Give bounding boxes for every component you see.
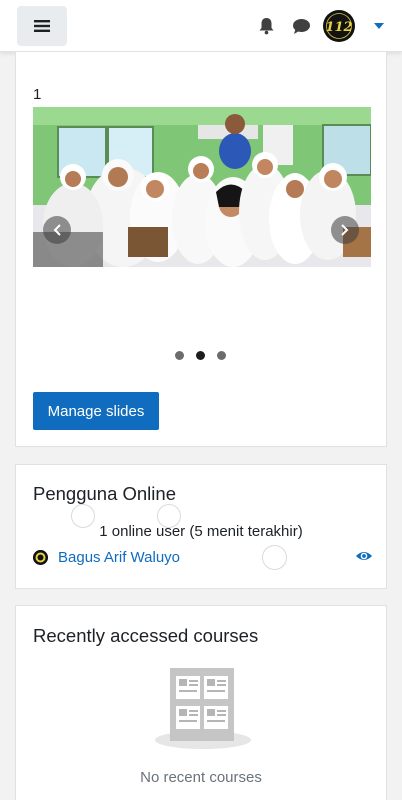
bell-icon [259, 18, 273, 35]
no-courses-message: No recent courses [140, 769, 262, 786]
online-user-row: Bagus Arif Waluyo [33, 547, 373, 567]
slider-indicator-1[interactable] [175, 351, 184, 360]
user-avatar-small [33, 549, 48, 565]
slider-next-button[interactable] [331, 216, 359, 244]
online-users-block: Pengguna Online 1 online user (5 menit t… [15, 464, 387, 589]
user-avatar[interactable]: 112 [323, 10, 355, 42]
menu-toggle-button[interactable] [17, 6, 67, 46]
slider-indicator-3[interactable] [217, 351, 226, 360]
slide-number: 1 [33, 86, 42, 103]
notifications-button[interactable] [254, 14, 278, 38]
online-user-link[interactable]: Bagus Arif Waluyo [58, 549, 180, 566]
manage-slides-button[interactable]: Manage slides [33, 392, 159, 430]
chat-bubble-icon [292, 18, 310, 34]
avatar-logo: 112 [324, 11, 354, 41]
messages-button[interactable] [289, 14, 313, 38]
eye-icon[interactable] [355, 549, 373, 563]
slider-indicators [175, 351, 226, 360]
chevron-left-icon [53, 224, 61, 236]
caret-down-icon [374, 23, 384, 29]
recent-courses-block: Recently accessed courses No recent cour… [15, 605, 387, 800]
slider-indicator-2[interactable] [196, 351, 205, 360]
online-users-title: Pengguna Online [33, 483, 176, 504]
recent-courses-title: Recently accessed courses [33, 625, 259, 646]
empty-courses-illustration [155, 668, 251, 749]
slider-prev-button[interactable] [43, 216, 71, 244]
online-users-summary: 1 online user (5 menit terakhir) [99, 523, 303, 540]
slider-block: 1 Manage slides [15, 52, 387, 447]
user-menu-toggle[interactable] [372, 19, 386, 33]
slide-image [33, 107, 371, 267]
top-navbar: 112 [0, 0, 402, 52]
chevron-right-icon [341, 224, 349, 236]
hamburger-icon [34, 20, 50, 32]
svg-text:112: 112 [325, 20, 352, 35]
